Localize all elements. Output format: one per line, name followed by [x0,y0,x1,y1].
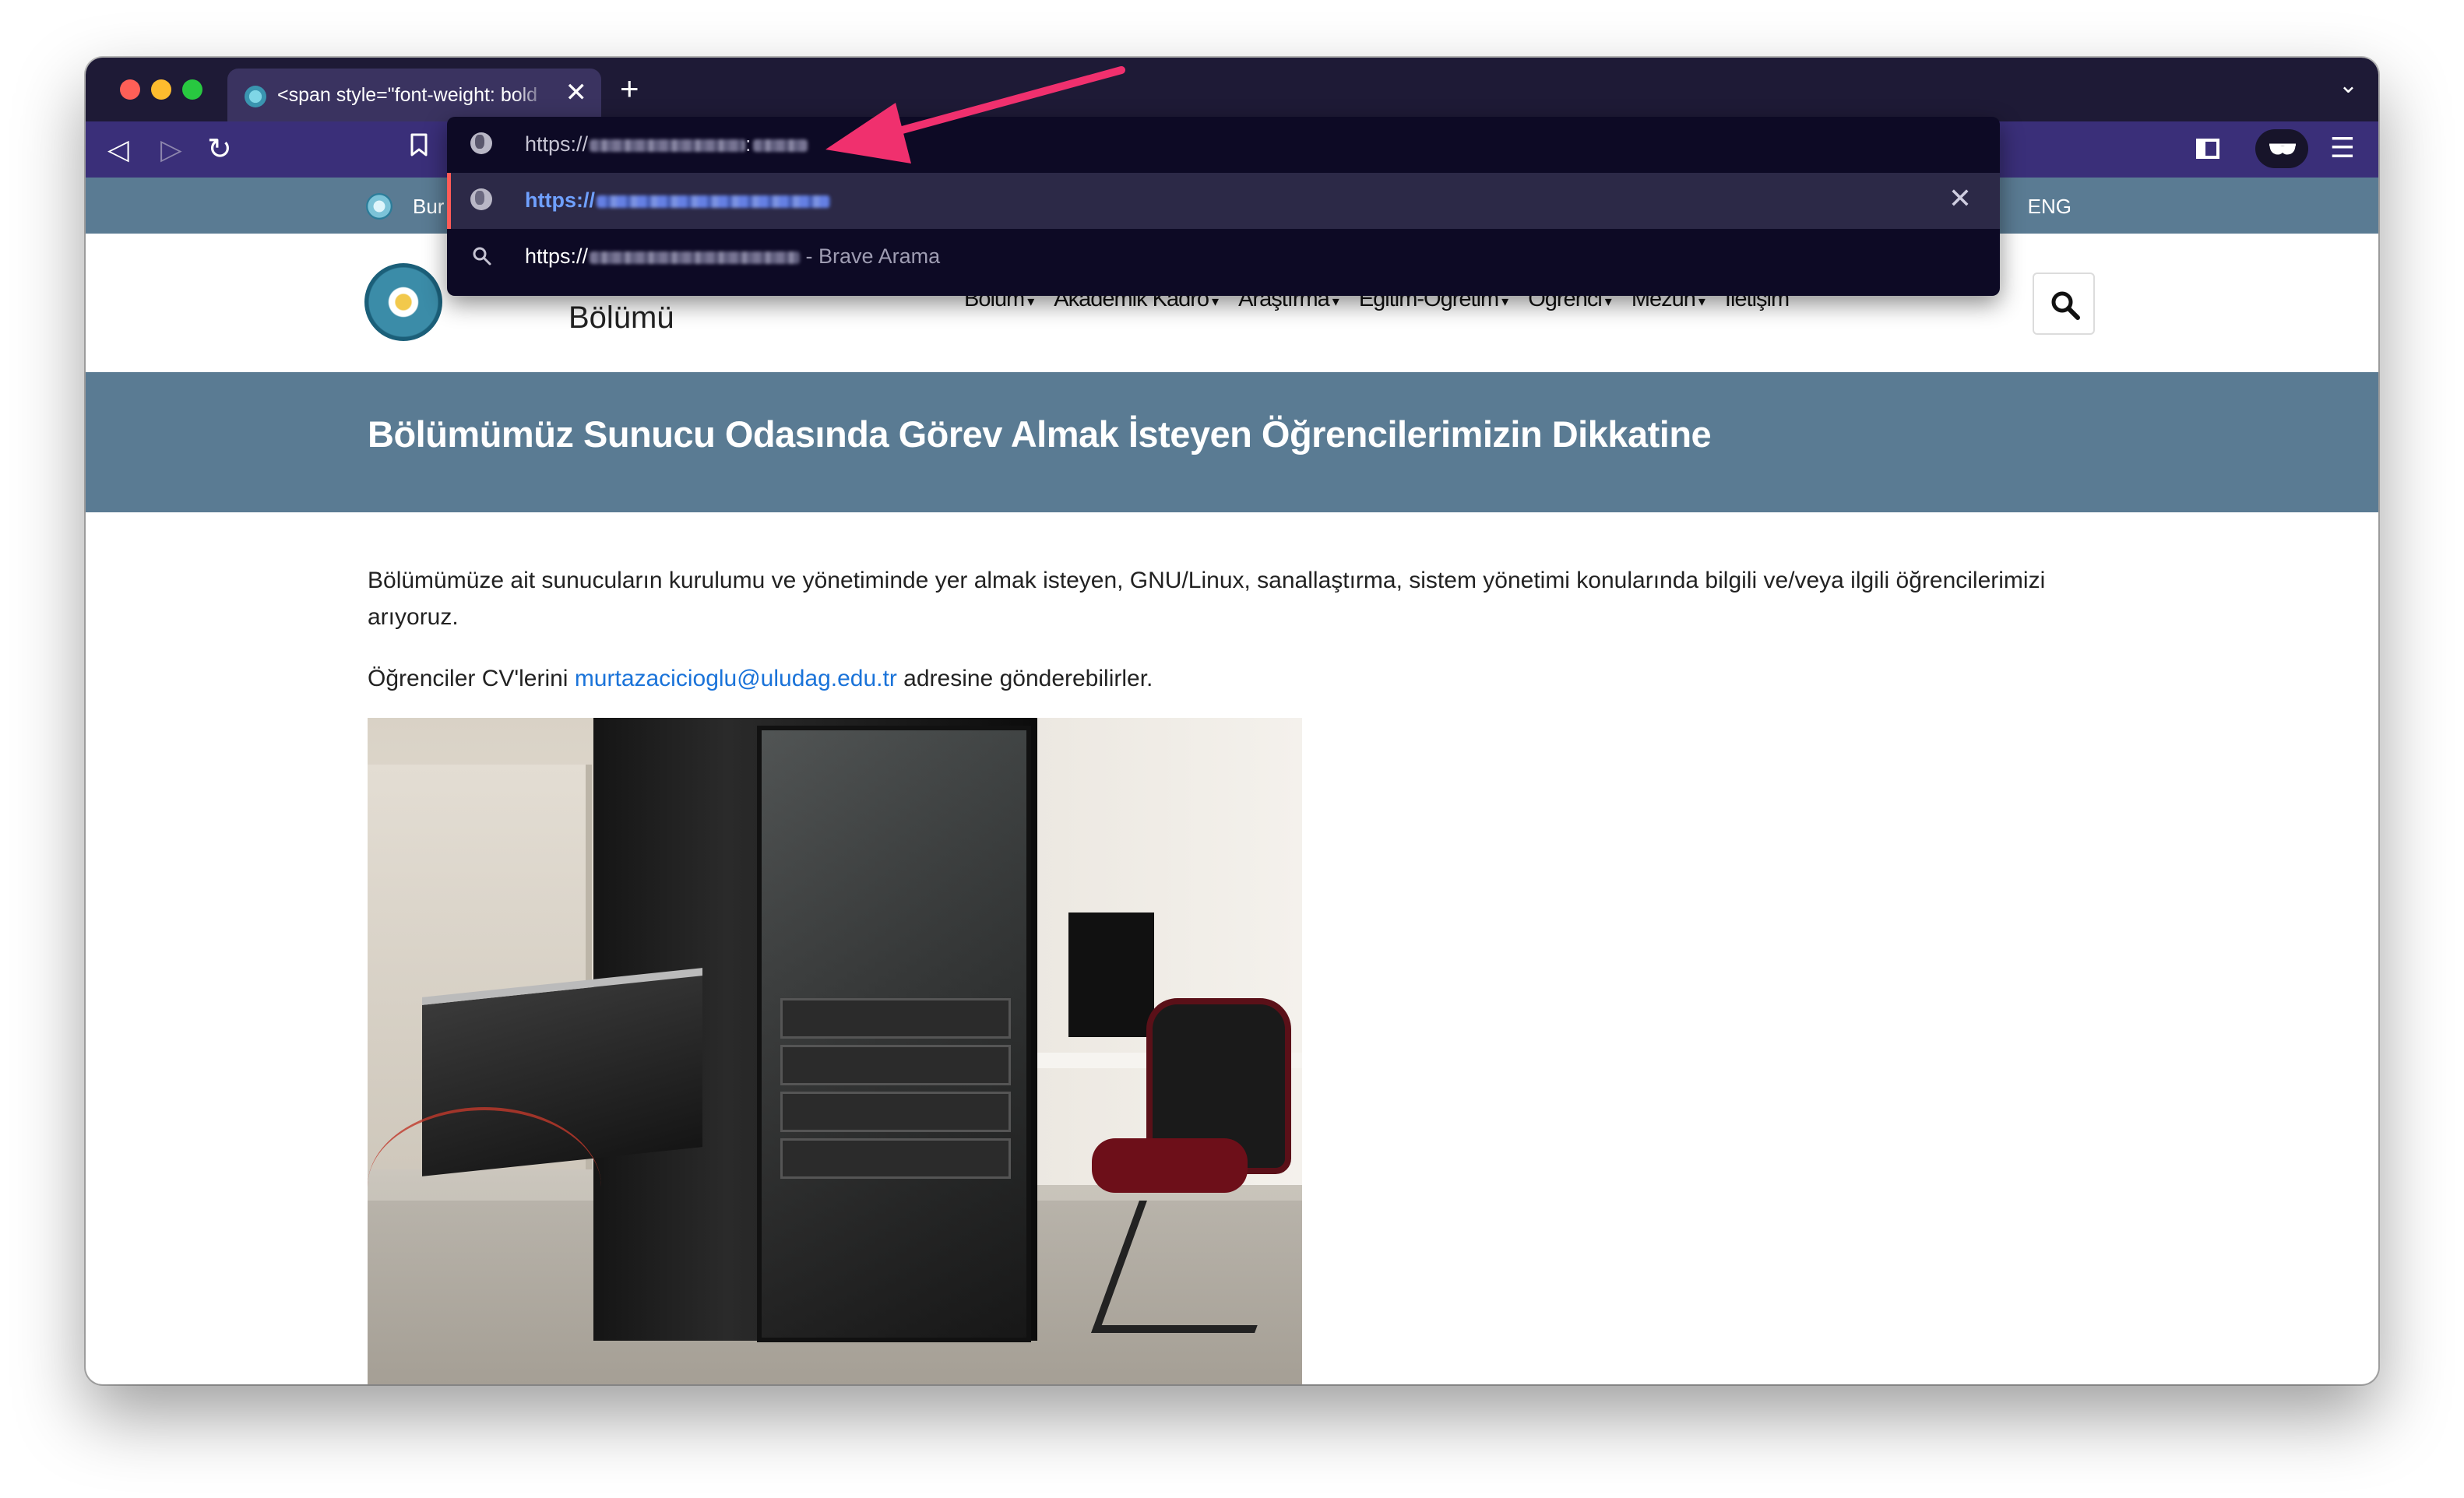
address-bar-input[interactable]: https://: [447,117,2000,173]
caret-down-icon: ▾ [1604,294,1612,309]
university-logo[interactable] [364,263,442,341]
address-bar-dropdown: https://: https:// ✕ https:// - Brave Ar… [447,117,2000,296]
tab-close-icon[interactable]: ✕ [565,79,588,106]
globe-icon [470,188,492,210]
remove-suggestion-icon[interactable]: ✕ [1948,182,1972,215]
search-icon [473,247,491,265]
utility-link[interactable]: Bur [413,195,444,219]
language-toggle[interactable]: ENG [2028,195,2072,219]
redacted-host [590,251,801,264]
article-paragraph: Bölümümüze ait sunucuların kurulumu ve y… [368,568,2046,630]
suggestion-url[interactable]: https:// ✕ [447,173,2000,229]
address-input-text: https://: [525,132,808,156]
bookmark-icon[interactable] [410,132,428,164]
article-paragraph: Öğrenciler CV'lerini murtazacicioglu@ulu… [368,666,1153,691]
close-window-button[interactable] [120,79,140,100]
site-search-button[interactable] [2033,273,2095,335]
globe-icon [470,132,492,154]
browser-window: <span style="font-weight: bold ✕ + ⌄ ◁ ▷… [86,58,2378,1384]
reader-mode-icon [2268,134,2297,170]
sidebar-icon[interactable] [2196,139,2219,159]
email-link[interactable]: murtazacicioglu@uludag.edu.tr [575,666,897,691]
forward-button[interactable]: ▷ [160,134,182,165]
tab-title: <span style="font-weight: bold [277,84,538,106]
search-icon [2051,291,2080,320]
suggestion-url-text: https:// [525,188,830,213]
caret-down-icon: ▾ [1698,294,1705,309]
redacted-port [752,139,808,152]
university-logo-small[interactable] [366,193,392,220]
site-favicon-icon [245,86,266,107]
suggestion-search[interactable]: https:// - Brave Arama [447,229,2000,285]
minimize-window-button[interactable] [151,79,171,100]
caret-down-icon: ▾ [1212,294,1219,309]
page-title: Bölümümüz Sunucu Odasında Görev Almak İs… [368,413,1712,455]
redacted-host [596,195,830,208]
back-button[interactable]: ◁ [107,134,129,165]
tab-bar: <span style="font-weight: bold ✕ + ⌄ [86,58,2378,121]
tab-active[interactable]: <span style="font-weight: bold ✕ [227,69,601,121]
maximize-window-button[interactable] [182,79,202,100]
tab-list-chevron-icon[interactable]: ⌄ [2339,72,2358,99]
server-room-photo [368,718,1302,1384]
reload-button[interactable]: ↻ [207,134,232,165]
suggestion-search-text: https:// - Brave Arama [525,244,941,268]
caret-down-icon: ▾ [1027,294,1034,309]
caret-down-icon: ▾ [1501,294,1508,309]
menu-button[interactable]: ☰ [2330,132,2355,164]
article-body: Bölümümüze ait sunucuların kurulumu ve y… [368,562,2128,697]
reader-mode-button[interactable] [2255,129,2308,168]
department-name[interactable]: Bölümü [568,301,674,336]
new-tab-button[interactable]: + [620,70,639,107]
redacted-host [590,139,746,152]
caret-down-icon: ▾ [1332,294,1339,309]
article-hero: Bölümümüz Sunucu Odasında Görev Almak İs… [86,372,2378,512]
